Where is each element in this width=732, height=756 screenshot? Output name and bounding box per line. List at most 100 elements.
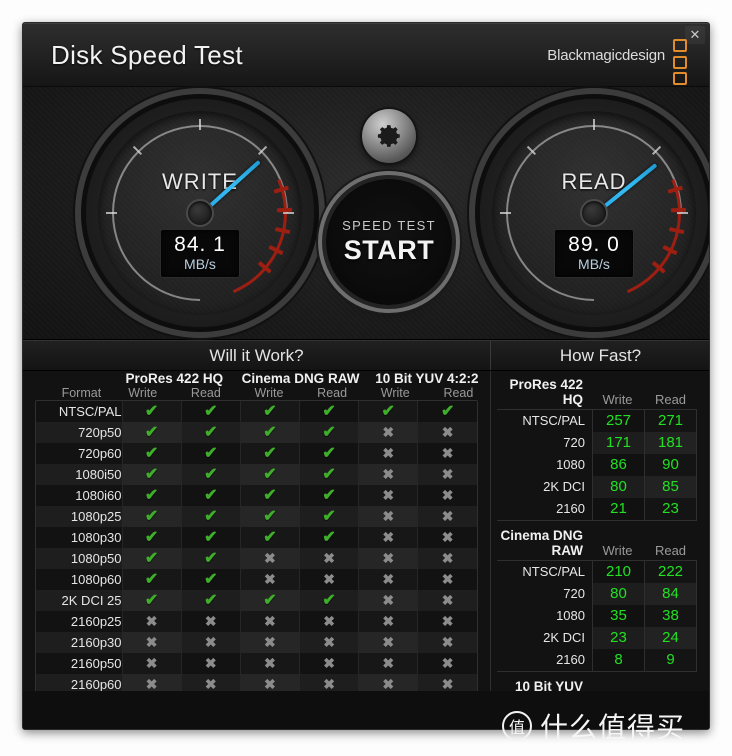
- compat-cell: ✔: [121, 527, 182, 548]
- cross-icon: ✖: [264, 676, 276, 692]
- table-row: 1080p30 ✔ ✔ ✔ ✔ ✖ ✖: [36, 527, 477, 548]
- format-label: 1080p30: [36, 527, 123, 548]
- compat-cell: ✔: [298, 401, 359, 422]
- how-fast-read-value: 84: [644, 583, 697, 605]
- write-value: 84. 1: [174, 233, 226, 256]
- cross-icon: ✖: [382, 550, 395, 566]
- format-label: 1080i60: [36, 485, 123, 506]
- cross-icon: ✖: [441, 550, 454, 566]
- check-icon: ✔: [204, 466, 218, 483]
- compat-cell: ✔: [180, 401, 241, 422]
- close-icon[interactable]: ✕: [685, 26, 705, 44]
- check-icon: ✔: [322, 529, 336, 546]
- cross-icon: ✖: [145, 613, 158, 629]
- read-gauge-face: READ 89. 0 MB/s: [492, 111, 696, 315]
- how-fast-read-value: 38: [644, 605, 697, 627]
- how-fast-row-label: 2K DCI: [543, 479, 585, 494]
- how-fast-write-value: 86: [592, 454, 645, 476]
- compat-cell: ✔: [239, 443, 300, 464]
- cross-icon: ✖: [382, 424, 395, 440]
- compat-cell: ✖: [180, 611, 241, 632]
- check-icon: ✔: [204, 592, 218, 609]
- how-fast-write-value: 80: [592, 476, 645, 498]
- group-header-yuv: 10 Bit YUV 4:2:2: [375, 371, 479, 386]
- how-fast-read-value: 90: [644, 454, 697, 476]
- cross-icon: ✖: [382, 634, 395, 650]
- check-icon: ✔: [263, 424, 277, 441]
- compat-cell: ✔: [358, 401, 418, 422]
- compat-cell: ✖: [298, 611, 359, 632]
- how-fast-write-value: 257: [592, 410, 645, 432]
- write-gauge: WRITE 84. 1 MB/s: [75, 88, 325, 338]
- blackmagic-logo-icon: [671, 39, 689, 85]
- format-label: 720p60: [36, 443, 123, 464]
- start-button-subtitle: SPEED TEST: [342, 218, 436, 233]
- compat-cell: ✖: [417, 443, 477, 464]
- check-icon: ✔: [144, 487, 159, 504]
- format-label: 1080p60: [36, 569, 123, 590]
- how-fast-row-label: NTSC/PAL: [522, 564, 585, 579]
- how-fast-read-value: 271: [644, 410, 697, 432]
- app-title: Disk Speed Test: [51, 40, 243, 70]
- sub-header-format: Format: [61, 386, 102, 400]
- compat-cell: ✖: [239, 569, 300, 590]
- write-gauge-hub: [186, 199, 214, 227]
- list-item: 720 171 181: [497, 432, 697, 454]
- check-icon: ✔: [204, 550, 218, 567]
- how-fast-read-value: 222: [644, 561, 697, 583]
- check-icon: ✔: [204, 403, 218, 420]
- speed-test-start-button[interactable]: SPEED TEST START: [326, 179, 452, 305]
- compat-cell: ✖: [417, 422, 477, 443]
- cross-icon: ✖: [441, 508, 454, 524]
- how-fast-read-value: 181: [644, 432, 697, 454]
- cross-icon: ✖: [441, 676, 454, 692]
- compat-cell: ✔: [121, 401, 182, 422]
- cross-icon: ✖: [264, 550, 276, 566]
- how-fast-section-name: Cinema DNG RAW: [500, 528, 583, 558]
- cross-icon: ✖: [204, 634, 217, 650]
- cross-icon: ✖: [441, 592, 454, 608]
- cross-icon: ✖: [441, 487, 454, 503]
- cross-icon: ✖: [323, 655, 335, 671]
- how-fast-section-name: ProRes 422 HQ: [509, 377, 583, 407]
- compat-cell: ✔: [180, 590, 241, 611]
- check-icon: ✔: [144, 592, 159, 609]
- check-icon: ✔: [322, 403, 336, 420]
- list-item: 2K DCI 23 24: [497, 627, 697, 649]
- compat-cell: ✔: [239, 464, 300, 485]
- how-fast-rows: NTSC/PAL 257 271 720 171 181 1080 86 90 2K DCI 80 8…: [497, 409, 697, 521]
- cross-icon: ✖: [323, 676, 335, 692]
- compat-cell: ✖: [358, 443, 418, 464]
- how-fast-section-header: ProRes 422 HQ Write Read: [497, 377, 697, 409]
- check-icon: ✔: [322, 424, 336, 441]
- section-divider: [490, 341, 491, 370]
- check-icon: ✔: [144, 508, 159, 525]
- how-fast-write-value: 80: [592, 583, 645, 605]
- settings-button[interactable]: [362, 109, 416, 163]
- compat-cell: ✔: [180, 569, 241, 590]
- table-row: NTSC/PAL ✔ ✔ ✔ ✔ ✔ ✔: [36, 401, 477, 422]
- compat-cell: ✖: [358, 590, 418, 611]
- check-icon: ✔: [322, 592, 336, 609]
- section-title-how-fast: How Fast?: [559, 346, 642, 365]
- cross-icon: ✖: [323, 550, 335, 566]
- format-label: 2160p30: [36, 632, 123, 653]
- compat-cell: ✔: [298, 506, 359, 527]
- compat-cell: ✔: [298, 443, 359, 464]
- section-header-bar: Will it Work? How Fast?: [23, 340, 709, 371]
- how-fast-row-label: 1080: [556, 457, 585, 472]
- check-icon: ✔: [204, 571, 218, 588]
- compat-cell: ✖: [417, 527, 477, 548]
- how-fast-write-header: Write: [602, 543, 633, 558]
- compat-cell: ✔: [239, 401, 300, 422]
- cross-icon: ✖: [264, 655, 276, 671]
- gear-icon: [377, 125, 400, 147]
- cross-icon: ✖: [441, 466, 454, 482]
- table-row: 2160p25 ✖ ✖ ✖ ✖ ✖ ✖: [36, 611, 477, 632]
- compat-cell: ✔: [121, 569, 182, 590]
- how-fast-row-label: 2K DCI: [543, 630, 585, 645]
- cross-icon: ✖: [382, 445, 395, 461]
- compat-cell: ✖: [358, 527, 418, 548]
- how-fast-row-label: 2160: [556, 501, 585, 516]
- compat-cell: ✔: [180, 464, 241, 485]
